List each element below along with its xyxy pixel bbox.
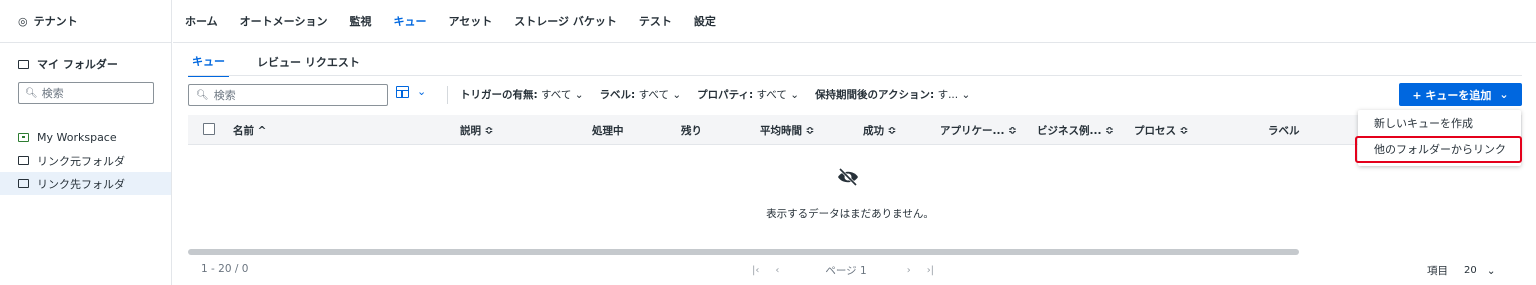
filter-name: 保持期間後のアクション: [815,89,935,101]
filter-name: プロパティ: [697,89,754,101]
nav-settings[interactable]: 設定 [694,13,716,29]
nav-automation[interactable]: オートメーション [240,13,328,29]
column-successful[interactable]: 成功 ≎ [863,123,896,138]
menu-item-create-queue[interactable]: 新しいキューを作成 [1358,110,1521,136]
sidebar-item-source-folder[interactable]: リンク元フォルダ [0,149,171,172]
folder-search-input[interactable]: 🔍︎ 検索 [18,82,154,104]
filter-retention-action[interactable]: 保持期間後のアクション: す... ⌄ [815,87,970,102]
sidebar: ◎ テナント マイ フォルダー 🔍︎ 検索 My Workspace リンク元フ… [0,0,172,285]
divider [188,75,1522,76]
prev-page-icon[interactable]: ‹ [775,265,779,276]
nav-testing[interactable]: テスト [639,13,672,29]
sidebar-item-label: リンク先フォルダ [37,177,125,191]
filter-name: トリガーの有無: [460,89,538,101]
nav-storage-buckets[interactable]: ストレージ バケット [514,13,617,29]
horizontal-scrollbar[interactable] [188,249,1299,255]
filter-bar: トリガーの有無: すべて ⌄ ラベル: すべて ⌄ プロパティ: すべて ⌄ 保… [460,87,986,102]
queue-search-placeholder: 検索 [213,89,236,102]
add-queue-button[interactable]: + キューを追加 ⌄ [1399,83,1522,106]
sidebar-item-label: リンク元フォルダ [37,154,125,168]
tenant-label: テナント [33,15,78,28]
page-size-label: 項目 [1427,265,1448,277]
nav-assets[interactable]: アセット [448,13,492,29]
folder-search-placeholder: 検索 [41,87,64,100]
filter-trigger[interactable]: トリガーの有無: すべて ⌄ [460,87,584,102]
chevron-down-icon: ⌄ [1499,88,1509,101]
column-description[interactable]: 説明 ≎ [460,123,493,138]
select-all-checkbox[interactable] [203,123,215,135]
filter-value: すべて [756,89,787,101]
top-navigation: ホーム オートメーション 監視 キュー アセット ストレージ バケット テスト … [173,0,1536,43]
chevron-down-icon: ⌄ [961,89,971,101]
globe-icon: ◎ [18,14,28,28]
table-columns-icon [396,85,409,98]
toolbar-divider [447,86,448,104]
add-queue-label: + キューを追加 [1412,88,1492,102]
nav-home[interactable]: ホーム [185,13,218,29]
chevron-down-icon: ⌄ [672,89,682,101]
filter-value: す... [937,89,959,101]
nav-queues[interactable]: キュー [393,13,426,29]
folder-icon [18,156,29,165]
last-page-icon[interactable]: ›| [927,265,934,276]
filter-property[interactable]: プロパティ: すべて ⌄ [697,87,799,102]
page-size-selector[interactable]: 項目 20 ⌄ [1427,263,1496,278]
next-page-icon[interactable]: › [907,265,911,276]
filter-name: ラベル: [599,89,636,101]
workspace-folder-icon [18,133,29,142]
search-icon: 🔍︎ [25,87,38,99]
sidebar-item-my-workspace[interactable]: My Workspace [0,126,171,149]
column-process[interactable]: プロセス ≎ [1134,123,1188,138]
pagination-range: 1 - 20 / 0 [201,263,249,275]
tab-review-requests[interactable]: レビュー リクエスト [257,49,360,76]
highlight-box [1355,136,1522,163]
my-folder-label: マイ フォルダー [37,58,118,71]
queue-search-input[interactable]: 🔍︎ 検索 [188,84,388,106]
column-name[interactable]: 名前 ^ [233,123,266,138]
column-chooser-button[interactable]: ⌄ [396,85,426,98]
page-indicator: ページ 1 [825,265,867,277]
sub-tabs: キュー レビュー リクエスト [188,48,390,77]
folder-icon [18,59,29,69]
folder-icon [18,179,29,188]
folder-tree: My Workspace リンク元フォルダ リンク先フォルダ [0,126,171,195]
page-size-value: 20 [1464,265,1477,276]
sidebar-item-target-folder[interactable]: リンク先フォルダ [0,172,171,195]
nav-monitoring[interactable]: 監視 [349,13,371,29]
filter-label[interactable]: ラベル: すべて ⌄ [600,87,682,102]
column-app-exceptions[interactable]: アプリケー... ≎ [940,123,1017,138]
table-header: 名前 ^ 説明 ≎ 処理中 残り 平均時間 ≎ 成功 ≎ アプリケー... ≎ … [188,115,1522,145]
chevron-down-icon: ⌄ [417,85,427,98]
sidebar-item-label: My Workspace [37,131,117,144]
chevron-down-icon: ⌄ [574,89,584,101]
my-folder-header[interactable]: マイ フォルダー [0,48,171,80]
search-icon: 🔍︎ [196,89,209,101]
eye-off-icon [838,167,858,187]
filter-value: すべて [541,89,572,101]
empty-state-message: 表示するデータはまだありません。 [766,208,934,220]
pagination: |‹ ‹ ページ 1 › ›| [752,263,950,278]
tenant-selector[interactable]: ◎ テナント [0,0,171,43]
first-page-icon[interactable]: |‹ [752,265,759,276]
chevron-down-icon: ⌄ [1486,264,1496,277]
filter-value: すべて [638,89,669,101]
column-average-time[interactable]: 平均時間 ≎ [760,123,814,138]
chevron-down-icon: ⌄ [790,89,800,101]
column-remaining[interactable]: 残り [681,123,702,138]
column-in-progress[interactable]: 処理中 [592,123,624,138]
tab-queues[interactable]: キュー [188,48,229,77]
column-labels[interactable]: ラベル [1268,123,1300,138]
column-business-exceptions[interactable]: ビジネス例... ≎ [1037,123,1114,138]
